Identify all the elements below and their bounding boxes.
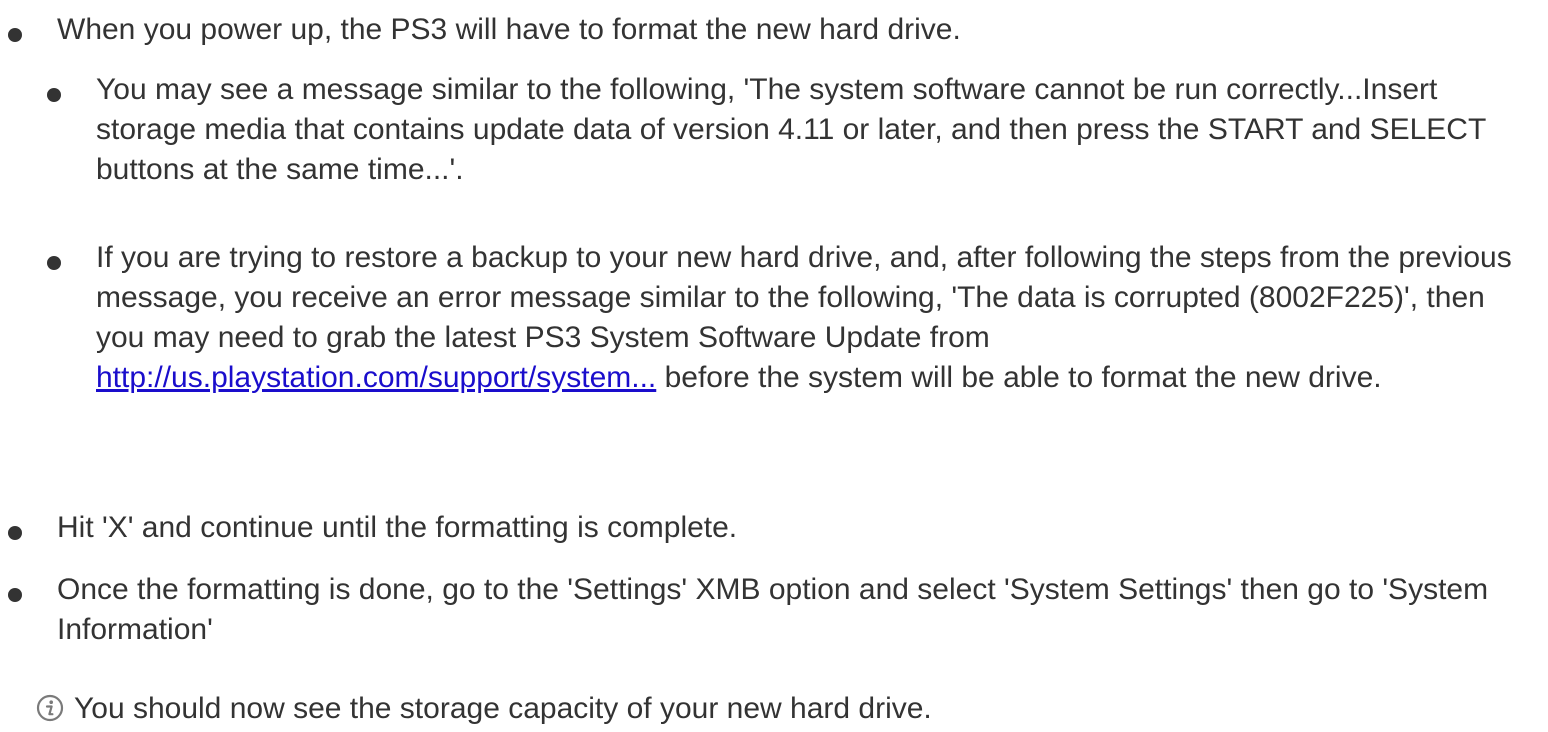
system-update-link[interactable]: http://us.playstation.com/support/system… xyxy=(96,361,656,394)
note-text-system-software: You may see a message similar to the fol… xyxy=(96,73,1486,186)
restore-text-after: before the system will be able to format… xyxy=(656,361,1382,394)
bullet-icon xyxy=(8,526,22,540)
step-text-hit-x: Hit 'X' and continue until the formattin… xyxy=(57,511,738,544)
bullet-icon xyxy=(47,256,61,270)
note-text-restore-backup: If you are trying to restore a backup to… xyxy=(96,238,1536,398)
restore-text-before: If you are trying to restore a backup to… xyxy=(96,241,1512,354)
step-text-power-up: When you power up, the PS3 will have to … xyxy=(57,13,961,46)
bullet-icon xyxy=(8,588,22,602)
bullet-icon xyxy=(47,88,61,102)
step-text-system-information: Once the formatting is done, go to the '… xyxy=(57,573,1489,646)
info-text-storage-capacity: You should now see the storage capacity … xyxy=(74,692,932,725)
bullet-icon xyxy=(8,28,22,42)
info-icon xyxy=(36,694,64,722)
